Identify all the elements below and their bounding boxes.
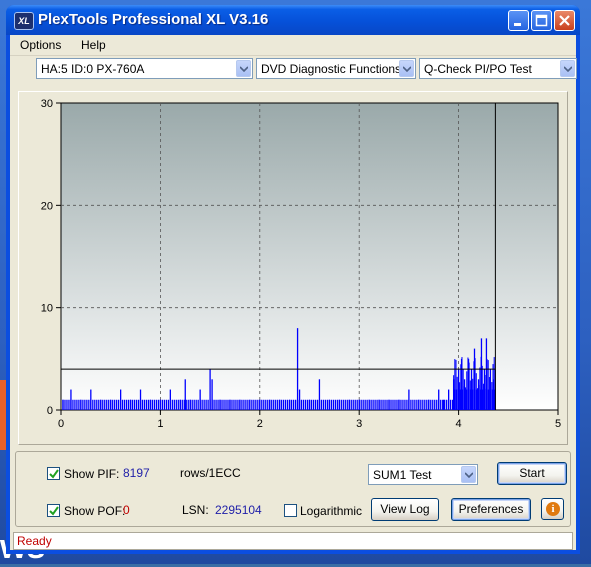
x-tick-label: 2	[257, 418, 263, 430]
y-tick-label: 0	[47, 405, 53, 417]
test-select[interactable]: Q-Check PI/PO Test	[419, 58, 577, 79]
window-title: PlexTools Professional XL V3.16	[38, 11, 269, 28]
x-tick-label: 1	[157, 418, 163, 430]
show-pif-label: Show PIF:	[64, 467, 120, 481]
drive-select[interactable]: HA:5 ID:0 PX-760A	[36, 58, 253, 79]
y-tick-label: 10	[41, 303, 53, 315]
x-tick-label: 5	[555, 418, 561, 430]
checkmark-icon	[49, 506, 59, 516]
plot-area	[60, 102, 559, 411]
y-tick-label: 20	[41, 200, 53, 212]
x-tick-label: 0	[58, 418, 64, 430]
chart-panel: 0 10 20 30 0 1 2 3 4 5	[18, 91, 568, 445]
maximize-icon	[535, 14, 548, 27]
show-pof-checkbox[interactable]	[47, 504, 60, 517]
function-select[interactable]: DVD Diagnostic Functions	[256, 58, 416, 79]
pi-po-chart: 0 10 20 30 0 1 2 3 4 5	[41, 98, 561, 430]
pif-value: 8197	[123, 466, 150, 480]
chevron-down-icon[interactable]	[399, 60, 414, 77]
close-button[interactable]	[554, 10, 575, 31]
show-pif-checkbox[interactable]	[47, 467, 60, 480]
minimize-icon	[514, 23, 521, 26]
sum-test-value: SUM1 Test	[373, 468, 432, 482]
app-logo-icon: XL	[14, 12, 34, 30]
view-log-button[interactable]: View Log	[371, 498, 439, 521]
y-axis-ticks: 0 10 20 30	[41, 98, 61, 417]
start-button[interactable]: Start	[497, 462, 567, 485]
client-area: Options Help HA:5 ID:0 PX-760A DVD Diagn…	[10, 35, 577, 550]
info-button[interactable]: i	[541, 498, 564, 520]
pif-unit: rows/1ECC	[180, 466, 241, 480]
lsn-label: LSN:	[182, 503, 209, 517]
chevron-down-icon[interactable]	[236, 60, 251, 77]
preferences-button[interactable]: Preferences	[451, 498, 531, 521]
sum-test-select[interactable]: SUM1 Test	[368, 464, 478, 485]
pof-value: 0	[123, 503, 130, 517]
logarithmic-checkbox[interactable]	[284, 504, 297, 517]
chevron-down-icon[interactable]	[560, 60, 575, 77]
status-text: Ready	[17, 534, 52, 548]
checkmark-icon	[49, 469, 59, 479]
drive-select-value: HA:5 ID:0 PX-760A	[41, 62, 145, 76]
maximize-button[interactable]	[531, 10, 552, 31]
logarithmic-label: Logarithmic	[300, 504, 363, 518]
menu-help[interactable]: Help	[81, 38, 106, 52]
test-select-value: Q-Check PI/PO Test	[424, 62, 532, 76]
y-tick-label: 30	[41, 98, 53, 110]
title-bar[interactable]: XL PlexTools Professional XL V3.16	[6, 5, 580, 35]
chevron-down-icon[interactable]	[461, 466, 476, 483]
menu-bar: Options Help	[10, 35, 576, 56]
close-icon	[559, 15, 570, 26]
controls-panel: Show PIF: 8197 rows/1ECC SUM1 Test Start…	[15, 451, 571, 527]
app-window: XL PlexTools Professional XL V3.16 Optio…	[6, 5, 580, 554]
x-tick-label: 4	[456, 418, 462, 430]
minimize-button[interactable]	[508, 10, 529, 31]
x-axis-ticks: 0 1 2 3 4 5	[58, 410, 561, 430]
function-select-value: DVD Diagnostic Functions	[261, 62, 402, 76]
lsn-value: 2295104	[215, 503, 262, 517]
menu-options[interactable]: Options	[20, 38, 61, 52]
show-pof-label: Show POF:	[64, 504, 126, 518]
status-bar: Ready	[13, 532, 573, 550]
info-icon: i	[546, 502, 560, 516]
x-tick-label: 3	[356, 418, 362, 430]
